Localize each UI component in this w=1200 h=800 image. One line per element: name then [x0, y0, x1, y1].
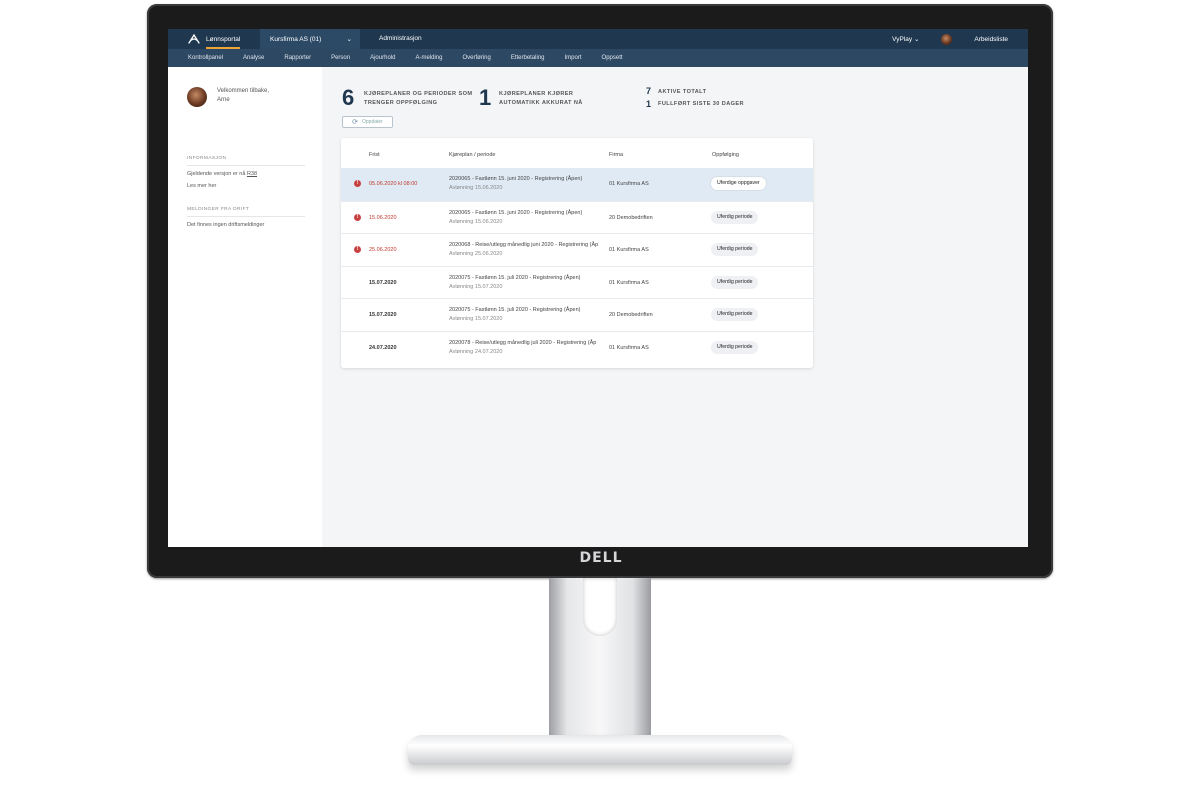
nav-item[interactable]: Rapporter [284, 55, 311, 61]
brand-logo-icon [188, 34, 200, 44]
user-avatar[interactable] [941, 33, 953, 45]
running-label: KJØREPLANER KJØRER AUTOMATIKK AKKURAT NÅ [499, 91, 583, 106]
version-link[interactable]: R38 [247, 171, 257, 177]
warning-icon: ! [354, 213, 361, 221]
header-frist[interactable]: Frist [369, 152, 380, 158]
welcome-block: Velkommen tilbake, Arne [187, 87, 269, 107]
info-section-title: INFORMASJON [187, 156, 227, 161]
nav-item[interactable]: Etterbetaling [511, 55, 545, 61]
attention-count: 6 [342, 85, 355, 110]
ops-section-title: MELDINGER FRA DRIFT [187, 207, 250, 212]
monitor-stand-base [408, 735, 792, 765]
followup-button[interactable]: Uferdig periode [711, 210, 759, 224]
completed-label: FULLFØRT SISTE 30 DAGER [658, 101, 744, 107]
admin-link[interactable]: Administrasjon [379, 29, 422, 49]
welcome-greeting: Velkommen tilbake, [217, 88, 270, 94]
divider [187, 165, 305, 166]
nav-item[interactable]: A-melding [415, 55, 442, 61]
company-name: Kursfirma AS (01) [270, 35, 322, 43]
table-row[interactable]: 15.07.2020 2020075 - Fastlønn 15. juli 2… [341, 298, 813, 331]
read-more-link[interactable]: Les mer her [187, 183, 216, 189]
header-firma[interactable]: Firma [609, 152, 623, 158]
brand-name: Lønnsportal [206, 35, 241, 49]
header-followup[interactable]: Oppfølging [712, 152, 739, 158]
topbar-right: VyPlay ⌄ Arbeidsliste [892, 29, 1008, 49]
active-label: AKTIVE TOTALT [658, 89, 707, 95]
followup-button[interactable]: Uferdige oppgaver [711, 177, 766, 190]
nav-item[interactable]: Import [565, 55, 582, 61]
running-count: 1 [479, 85, 492, 110]
table-row[interactable]: 24.07.2020 2020078 - Reise/utlegg månedl… [341, 330, 813, 364]
top-bar: Lønnsportal Kursfirma AS (01) ⌄ Administ… [168, 29, 1028, 49]
worklist-link[interactable]: Arbeidsliste [974, 36, 1008, 43]
active-count: 7 [646, 86, 652, 96]
completed-count: 1 [646, 99, 652, 109]
warning-icon: ! [354, 246, 361, 253]
chevron-down-icon: ⌄ [346, 36, 352, 43]
nav-item[interactable]: Oppsett [602, 55, 623, 61]
nav-item[interactable]: Kontrollpanel [188, 55, 223, 61]
brand[interactable]: Lønnsportal [188, 29, 241, 49]
welcome-name: Arne [217, 97, 230, 103]
attention-label: KJØREPLANER OG PERIODER SOM TRENGER OPPFØ… [364, 91, 473, 106]
app-screen: Lønnsportal Kursfirma AS (01) ⌄ Administ… [168, 29, 1028, 547]
table-row[interactable]: 15.07.2020 2020075 - Fastlønn 15. juli 2… [341, 265, 813, 299]
main-nav: Kontrollpanel Analyse Rapporter Person A… [168, 49, 1028, 67]
warning-icon: ! [354, 180, 361, 187]
divider [187, 216, 305, 217]
refresh-icon: ⟳ [352, 118, 358, 126]
version-text: Gjeldende versjon er nå R38 [187, 171, 258, 177]
monitor-stand-cable-hole [583, 578, 617, 636]
table-row[interactable]: ! 25.06.2020 2020068 - Reise/utlegg måne… [341, 233, 813, 266]
ops-message-text: Det finnes ingen driftsmeldinger [187, 222, 265, 228]
nav-item[interactable]: Analyse [243, 55, 264, 61]
nav-item[interactable]: Person [331, 55, 350, 61]
refresh-button[interactable]: ⟳ Oppdater [342, 116, 393, 128]
header-plan[interactable]: Kjøreplan / periode [449, 152, 495, 158]
table-row[interactable]: ! 15.06.2020 2020065 - Fastlønn 15. juni… [341, 200, 813, 234]
sidebar: Velkommen tilbake, Arne INFORMASJON Gjel… [168, 67, 322, 547]
company-selector[interactable]: Kursfirma AS (01) ⌄ [260, 29, 360, 49]
followup-table: Frist Kjøreplan / periode Firma Oppfølgi… [341, 138, 813, 368]
followup-button[interactable]: Uferdig periode [711, 243, 759, 256]
followup-button[interactable]: Uferdig periode [711, 308, 759, 321]
table-row[interactable]: ! 05.06.2020 kl 08:00 2020065 - Fastlønn… [341, 168, 813, 201]
followup-button[interactable]: Uferdig periode [711, 340, 759, 354]
followup-button[interactable]: Uferdig periode [711, 275, 759, 289]
nav-item[interactable]: Overføring [462, 55, 490, 61]
user-menu[interactable]: VyPlay ⌄ [892, 35, 919, 43]
nav-item[interactable]: Ajourhold [370, 55, 395, 61]
dell-logo: DELL [579, 550, 623, 566]
chevron-down-icon: ⌄ [913, 36, 920, 43]
avatar [187, 87, 207, 107]
